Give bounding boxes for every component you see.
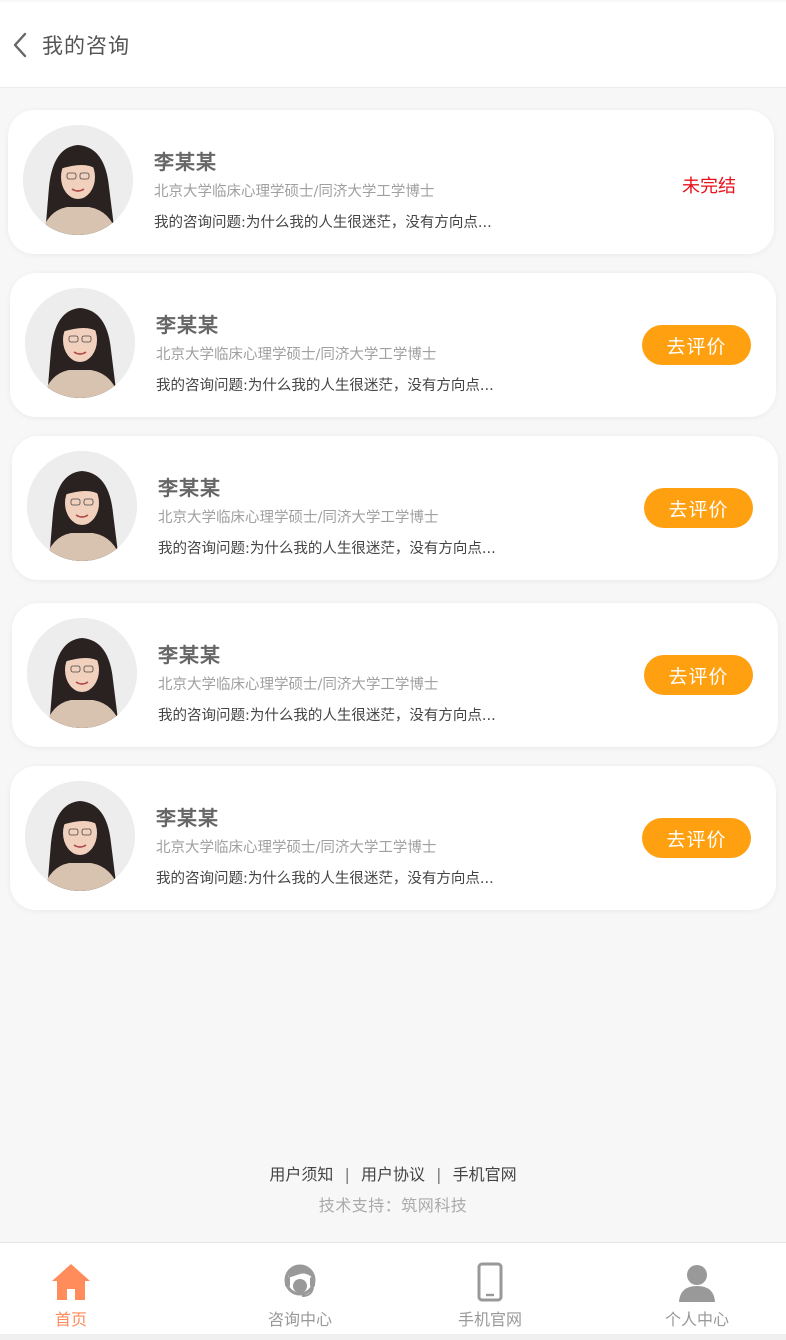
tab-label: 手机官网	[457, 1310, 522, 1329]
home-icon	[50, 1260, 92, 1304]
consultation-question: 我的咨询问题:为什么我的人生很迷茫，没有方向点...	[154, 215, 492, 231]
avatar	[25, 288, 135, 398]
tech-support-text: 技术支持：筑网科技	[318, 1196, 468, 1215]
counselor-name: 李某某	[156, 806, 219, 830]
counselor-degree: 北京大学临床心理学硕士/同济大学工学博士	[156, 840, 437, 856]
consultation-card[interactable]: 李某某 北京大学临床心理学硕士/同济大学工学博士 我的咨询问题:为什么我的人生很…	[8, 110, 774, 254]
bottom-tab-bar: 首页 咨询中心 手机官网 个人中心	[0, 1242, 786, 1334]
evaluate-button[interactable]: 去评价	[644, 655, 753, 695]
tab-label: 首页	[54, 1310, 87, 1329]
counselor-name: 李某某	[158, 643, 221, 667]
phone-icon	[477, 1260, 503, 1304]
footer-link-user-notice[interactable]: 用户须知	[269, 1165, 333, 1184]
person-icon	[677, 1260, 717, 1304]
tab-consult-center[interactable]: 咨询中心	[230, 1243, 370, 1335]
back-button[interactable]	[0, 2, 40, 88]
page-title: 我的咨询	[42, 33, 130, 58]
counselor-name: 李某某	[156, 313, 219, 337]
avatar	[25, 781, 135, 891]
evaluate-button[interactable]: 去评价	[642, 325, 751, 365]
avatar	[23, 125, 133, 235]
footer-separator: |	[344, 1165, 350, 1184]
bottom-strip	[0, 1334, 786, 1340]
footer-link-mobile-site[interactable]: 手机官网	[453, 1165, 517, 1184]
footer-link-user-agreement[interactable]: 用户协议	[361, 1165, 425, 1184]
counselor-degree: 北京大学临床心理学硕士/同济大学工学博士	[154, 184, 435, 200]
counselor-degree: 北京大学临床心理学硕士/同济大学工学博士	[158, 677, 439, 693]
tab-label: 咨询中心	[267, 1310, 332, 1329]
page: 我的咨询 李某某 北京大学临床心理学硕士/同济大学工学博士 我的咨询问题:为什么…	[0, 0, 786, 1340]
tab-mobile-site[interactable]: 手机官网	[420, 1243, 560, 1335]
header: 我的咨询	[0, 2, 786, 88]
counselor-degree: 北京大学临床心理学硕士/同济大学工学博士	[156, 347, 437, 363]
chevron-left-icon	[13, 32, 27, 57]
consultation-question: 我的咨询问题:为什么我的人生很迷茫，没有方向点...	[156, 378, 494, 394]
consult-icon	[282, 1260, 318, 1304]
counselor-name: 李某某	[158, 476, 221, 500]
tab-personal-center[interactable]: 个人中心	[627, 1243, 767, 1335]
footer-links: 用户须知 | 用户协议 | 手机官网	[0, 1161, 786, 1185]
tab-label: 个人中心	[664, 1310, 729, 1329]
evaluate-button[interactable]: 去评价	[642, 818, 751, 858]
consultation-card[interactable]: 李某某 北京大学临床心理学硕士/同济大学工学博士 我的咨询问题:为什么我的人生很…	[10, 766, 776, 910]
consultation-question: 我的咨询问题:为什么我的人生很迷茫，没有方向点...	[158, 708, 496, 724]
footer-separator: |	[436, 1165, 442, 1184]
evaluate-button[interactable]: 去评价	[644, 488, 753, 528]
status-badge: 未完结	[682, 176, 736, 197]
avatar	[27, 451, 137, 561]
avatar	[27, 618, 137, 728]
counselor-degree: 北京大学临床心理学硕士/同济大学工学博士	[158, 510, 439, 526]
consultation-card[interactable]: 李某某 北京大学临床心理学硕士/同济大学工学博士 我的咨询问题:为什么我的人生很…	[10, 273, 776, 417]
counselor-name: 李某某	[154, 150, 217, 174]
consultation-card[interactable]: 李某某 北京大学临床心理学硕士/同济大学工学博士 我的咨询问题:为什么我的人生很…	[12, 603, 778, 747]
consultation-question: 我的咨询问题:为什么我的人生很迷茫，没有方向点...	[156, 871, 494, 887]
consultation-card[interactable]: 李某某 北京大学临床心理学硕士/同济大学工学博士 我的咨询问题:为什么我的人生很…	[12, 436, 778, 580]
tab-home[interactable]: 首页	[1, 1243, 141, 1335]
consultation-question: 我的咨询问题:为什么我的人生很迷茫，没有方向点...	[158, 541, 496, 557]
